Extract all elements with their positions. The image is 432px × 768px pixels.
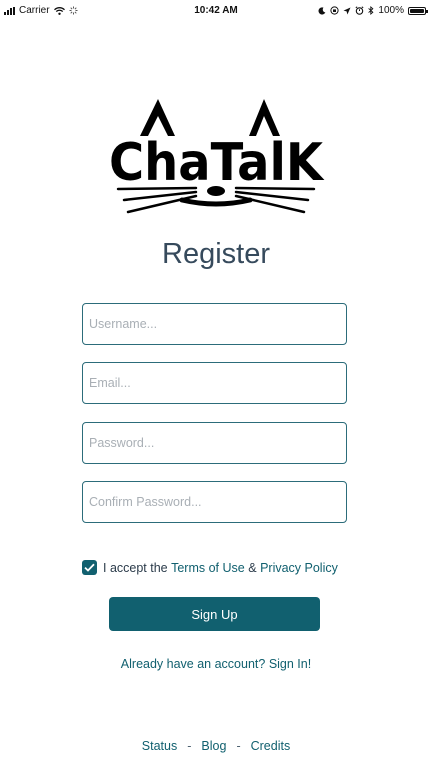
terms-of-use-link[interactable]: Terms of Use bbox=[171, 561, 245, 575]
orientation-lock-icon bbox=[330, 6, 340, 15]
footer-separator: - bbox=[236, 739, 241, 753]
checkmark-icon bbox=[84, 563, 95, 572]
terms-ampersand: & bbox=[248, 560, 257, 575]
footer-status-link[interactable]: Status bbox=[142, 739, 177, 753]
confirm-password-input[interactable] bbox=[82, 481, 347, 523]
chatalk-logo: ChaTalK bbox=[109, 99, 325, 214]
battery-percent: 100% bbox=[378, 5, 404, 16]
privacy-policy-link[interactable]: Privacy Policy bbox=[260, 561, 338, 575]
sign-in-link[interactable]: Already have an account? Sign In! bbox=[0, 657, 432, 671]
status-bar: Carrier 10:42 AM 100% bbox=[0, 0, 432, 22]
location-icon bbox=[343, 7, 351, 14]
footer-blog-link[interactable]: Blog bbox=[201, 739, 226, 753]
footer: Status - Blog - Credits bbox=[0, 739, 432, 753]
logo-text: ChaTalK bbox=[109, 133, 325, 193]
sign-up-button[interactable]: Sign Up bbox=[109, 597, 320, 631]
status-bar-right: 100% bbox=[318, 5, 428, 16]
username-input[interactable] bbox=[82, 303, 347, 345]
page-title: Register bbox=[162, 238, 270, 270]
footer-credits-link[interactable]: Credits bbox=[251, 739, 291, 753]
email-input[interactable] bbox=[82, 362, 347, 404]
battery-icon bbox=[408, 6, 428, 15]
terms-prefix: I accept the bbox=[103, 560, 168, 575]
footer-separator: - bbox=[187, 739, 192, 753]
terms-checkbox[interactable] bbox=[82, 560, 97, 575]
password-input[interactable] bbox=[82, 422, 347, 464]
alarm-icon bbox=[355, 6, 364, 15]
bluetooth-icon bbox=[368, 6, 374, 15]
terms-row: I accept the Terms of Use & Privacy Poli… bbox=[82, 560, 338, 575]
moon-icon bbox=[318, 6, 326, 15]
